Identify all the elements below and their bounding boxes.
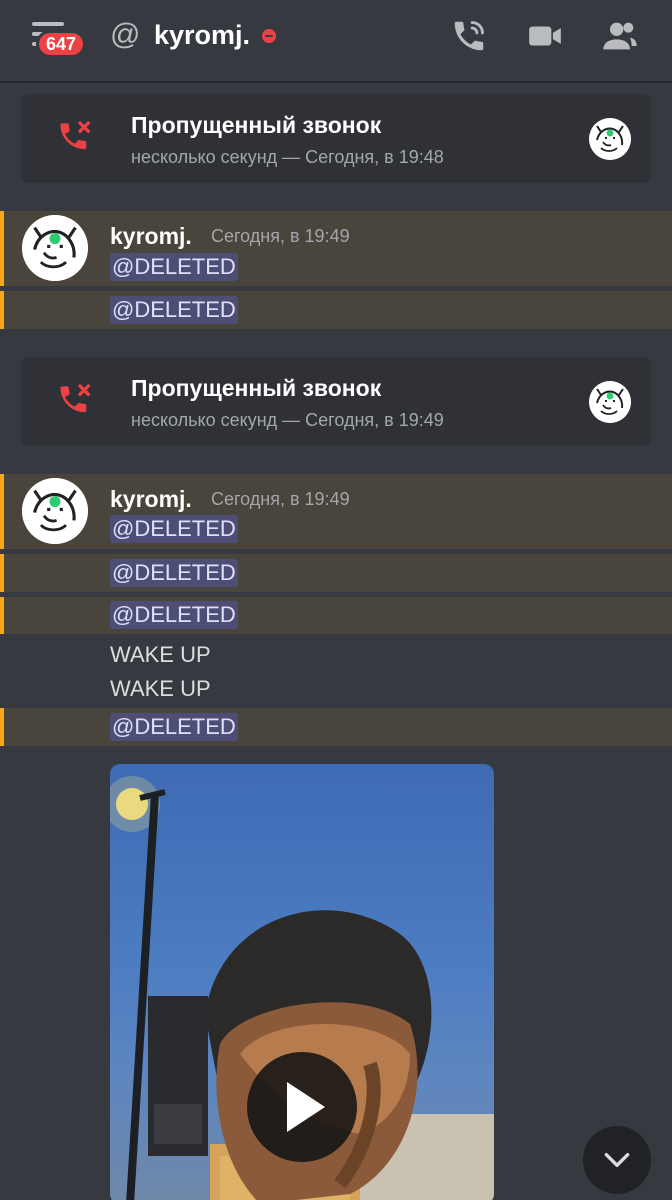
user-mention[interactable]: @DELETED xyxy=(110,515,238,543)
jump-to-bottom-button[interactable] xyxy=(583,1126,651,1194)
message-timestamp: Сегодня, в 19:49 xyxy=(211,489,350,509)
members-icon[interactable] xyxy=(600,16,640,56)
caller-avatar xyxy=(589,118,631,160)
user-mention[interactable]: @DELETED xyxy=(110,713,238,741)
user-mention[interactable]: @DELETED xyxy=(110,559,238,587)
message-timestamp: Сегодня, в 19:49 xyxy=(211,226,350,246)
channel-header: 647 @ kyromj. xyxy=(0,0,672,82)
at-icon: @ xyxy=(110,18,141,51)
message-row[interactable]: @DELETED xyxy=(0,708,672,746)
video-attachment[interactable] xyxy=(110,764,494,1200)
user-mention[interactable]: @DELETED xyxy=(110,601,238,629)
missed-call-icon xyxy=(55,118,95,158)
dnd-status-icon xyxy=(262,29,276,43)
caller-avatar xyxy=(589,381,631,423)
avatar[interactable] xyxy=(22,478,88,544)
video-camera-icon[interactable] xyxy=(525,16,565,56)
call-subtitle: несколько секунд — Сегодня, в 19:48 xyxy=(131,147,444,167)
avatar[interactable] xyxy=(22,215,88,281)
call-title: Пропущенный звонок xyxy=(131,112,382,138)
missed-call-icon xyxy=(55,381,95,421)
message-author[interactable]: kyromj. xyxy=(110,223,192,250)
message-row[interactable]: kyromj. Сегодня, в 19:49 @DELETED xyxy=(0,474,672,549)
message-row[interactable]: WAKE UP WAKE UP xyxy=(0,638,672,708)
message-author[interactable]: kyromj. xyxy=(110,486,192,513)
phone-call-icon[interactable] xyxy=(449,16,489,56)
missed-call-card[interactable]: Пропущенный звонок несколько секунд — Се… xyxy=(21,94,651,183)
call-title: Пропущенный звонок xyxy=(131,375,382,401)
message-row[interactable]: @DELETED xyxy=(0,554,672,592)
message-row[interactable]: kyromj. Сегодня, в 19:49 @DELETED xyxy=(0,211,672,286)
message-text: WAKE UP xyxy=(110,642,211,667)
user-mention[interactable]: @DELETED xyxy=(110,253,238,281)
dm-username[interactable]: kyromj. xyxy=(154,18,250,52)
message-row[interactable]: @DELETED xyxy=(0,597,672,634)
chevron-down-icon xyxy=(604,1153,630,1167)
message-row[interactable]: @DELETED xyxy=(0,291,672,329)
message-text: WAKE UP xyxy=(110,676,211,701)
call-subtitle: несколько секунд — Сегодня, в 19:49 xyxy=(131,410,444,430)
missed-call-card[interactable]: Пропущенный звонок несколько секунд — Се… xyxy=(21,357,651,446)
user-mention[interactable]: @DELETED xyxy=(110,296,238,324)
notification-badge: 647 xyxy=(36,30,87,58)
play-button[interactable] xyxy=(247,1052,357,1162)
